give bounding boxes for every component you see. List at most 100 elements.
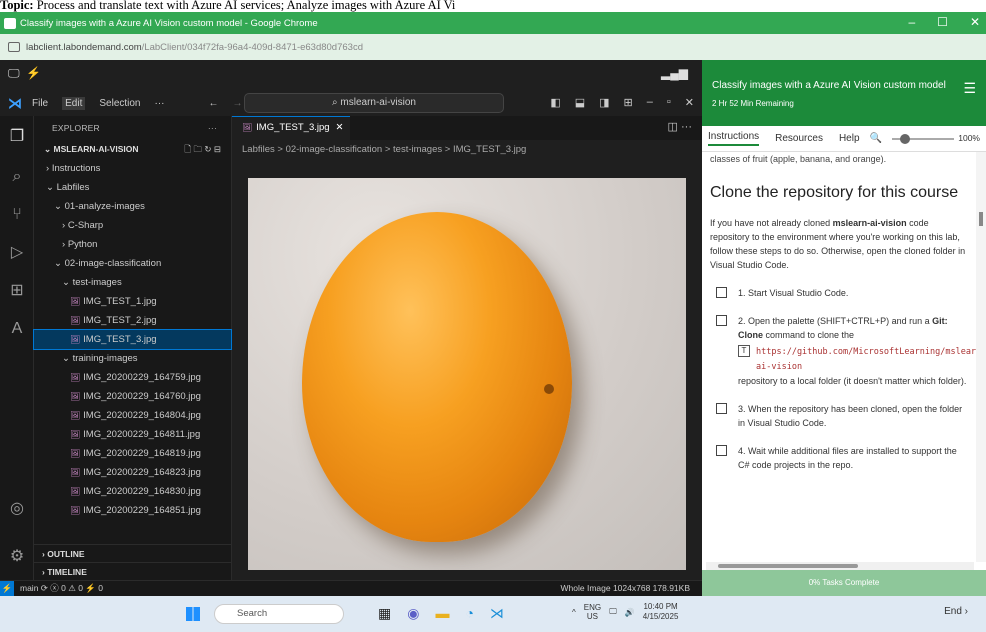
task-view-icon[interactable]: ▦ xyxy=(378,605,391,622)
file-item[interactable]: 🖼 IMG_20200229_164851.jpg xyxy=(34,501,231,520)
chat-icon[interactable]: ◉ xyxy=(407,605,419,622)
step-1: 1. Start Visual Studio Code. xyxy=(710,286,968,300)
status-left[interactable]: main ⟳ ⓧ 0 ⚠ 0 ⚡ 0 xyxy=(20,581,103,596)
minimize-button[interactable]: – xyxy=(908,15,915,29)
root-folder[interactable]: ⌄ MSLEARN-AI-VISION 🗋 🗀 ↻ ⊟ xyxy=(34,140,231,159)
settings-gear-icon[interactable]: ⚙ xyxy=(6,546,28,568)
editor-actions[interactable]: ◫ ··· xyxy=(668,120,692,133)
back-arrow-icon[interactable]: ← xyxy=(209,98,219,109)
close-tab-icon[interactable]: ✕ xyxy=(336,122,344,133)
menu-more[interactable]: ··· xyxy=(155,98,165,109)
folder-item[interactable]: ⌄ Labfiles xyxy=(34,178,231,197)
site-info-icon[interactable] xyxy=(8,42,20,52)
customize-layout-icon[interactable]: ⊞ xyxy=(624,96,633,109)
folder-item[interactable]: › Python xyxy=(34,235,231,254)
tab-resources[interactable]: Resources xyxy=(775,133,823,144)
url-path: /LabClient/034f72fa-96a4-409d-8471-e63d8… xyxy=(141,41,363,53)
type-text-icon[interactable]: T xyxy=(738,345,750,357)
file-item[interactable]: 🖼 IMG_20200229_164819.jpg xyxy=(34,444,231,463)
menu-edit[interactable]: Edit xyxy=(62,96,86,110)
run-debug-icon[interactable]: ▷ xyxy=(6,242,28,264)
file-item[interactable]: 🖼 IMG_TEST_2.jpg xyxy=(34,311,231,330)
page-favicon-icon xyxy=(4,17,16,29)
horizontal-scrollbar-thumb[interactable] xyxy=(718,564,858,568)
file-item[interactable]: 🖼 IMG_20200229_164811.jpg xyxy=(34,425,231,444)
windows-taskbar: Search ▦ ◉ ▬ ◔ ⋊ ^ ENG US 🖵 🔊 10:40 PM 4/1… xyxy=(0,596,986,632)
vscode-minimize-button[interactable]: – xyxy=(647,96,653,109)
folder-item[interactable]: ⌄ 01-analyze-images xyxy=(34,197,231,216)
file-item[interactable]: 🖼 IMG_TEST_3.jpg xyxy=(33,329,232,350)
vscode-close-button[interactable]: ✕ xyxy=(685,96,694,109)
file-item[interactable]: 🖼 IMG_20200229_164760.jpg xyxy=(34,387,231,406)
step-2-checkbox[interactable] xyxy=(716,315,727,326)
explorer-icon[interactable]: ❐ xyxy=(6,126,28,148)
file-explorer-icon[interactable]: ▬ xyxy=(435,605,449,622)
edge-icon[interactable]: ◔ xyxy=(465,605,473,622)
search-icon[interactable]: ⌕ xyxy=(6,166,28,188)
language-indicator[interactable]: ENG US xyxy=(584,603,601,621)
file-item[interactable]: 🖼 IMG_20200229_164830.jpg xyxy=(34,482,231,501)
folder-item[interactable]: ⌄ 02-image-classification xyxy=(34,254,231,273)
vertical-scrollbar-thumb[interactable] xyxy=(979,212,983,226)
image-file-icon: 🖼 xyxy=(70,297,81,306)
zoom-slider-knob[interactable] xyxy=(900,134,910,144)
source-control-icon[interactable]: ⑂ xyxy=(6,204,28,226)
monitor-icon[interactable]: 🖵 xyxy=(8,66,20,81)
tray-overflow-icon[interactable]: ^ xyxy=(572,608,576,617)
zoom-search-icon[interactable]: 🔍 xyxy=(870,133,882,144)
network-icon[interactable]: 🖵 xyxy=(609,607,617,617)
maximize-button[interactable]: ☐ xyxy=(937,15,948,29)
command-center-search[interactable]: ⌕ mslearn-ai-vision xyxy=(244,93,504,113)
editor-tab[interactable]: 🖼 IMG_TEST_3.jpg ✕ xyxy=(232,116,350,140)
horizontal-scrollbar[interactable] xyxy=(706,562,974,570)
outline-section[interactable]: › OUTLINE xyxy=(34,544,232,562)
timeline-section[interactable]: › TIMELINE xyxy=(34,562,232,580)
folder-item[interactable]: › C-Sharp xyxy=(34,216,231,235)
taskbar-search[interactable]: Search xyxy=(214,604,344,624)
toggle-secondary-sidebar-icon[interactable]: ◨ xyxy=(599,96,609,109)
volume-icon[interactable]: 🔊 xyxy=(625,608,635,617)
tree-item-label: IMG_20200229_164819.jpg xyxy=(83,448,201,459)
folder-item[interactable]: ⌄ training-images xyxy=(34,349,231,368)
status-bar: ⚡ main ⟳ ⓧ 0 ⚠ 0 ⚡ 0 Whole Image 1024x76… xyxy=(0,580,702,597)
image-file-icon: 🖼 xyxy=(70,506,81,515)
step-4-checkbox[interactable] xyxy=(716,445,727,456)
tab-instructions[interactable]: Instructions xyxy=(708,131,760,146)
clock[interactable]: 10:40 PM 4/15/2025 xyxy=(643,602,679,622)
forward-arrow-icon[interactable]: → xyxy=(233,98,243,109)
extensions-icon[interactable]: ⊞ xyxy=(6,280,28,302)
step-3-checkbox[interactable] xyxy=(716,403,727,414)
menu-selection[interactable]: Selection xyxy=(99,98,140,109)
file-item[interactable]: 🖼 IMG_20200229_164759.jpg xyxy=(34,368,231,387)
zoom-slider[interactable] xyxy=(892,134,954,144)
hamburger-menu-icon[interactable]: ☰ xyxy=(963,80,976,97)
explorer-toolbar[interactable]: 🗋 🗀 ↻ ⊟ xyxy=(184,140,221,159)
folder-item[interactable]: ⌄ test-images xyxy=(34,273,231,292)
vscode-restore-button[interactable]: ▫ xyxy=(667,96,671,109)
file-item[interactable]: 🖼 IMG_20200229_164804.jpg xyxy=(34,406,231,425)
accounts-icon[interactable]: ◎ xyxy=(6,498,28,520)
end-lab-button[interactable]: End › xyxy=(944,606,968,617)
azure-icon[interactable]: A xyxy=(6,318,28,340)
menu-file[interactable]: File xyxy=(32,98,48,109)
toggle-panel-icon[interactable]: ⬓ xyxy=(575,96,585,109)
file-item[interactable]: 🖼 IMG_20200229_164823.jpg xyxy=(34,463,231,482)
windows-start-icon[interactable] xyxy=(186,607,200,621)
lightning-icon[interactable]: ⚡ xyxy=(26,66,41,80)
breadcrumb[interactable]: Labfiles > 02-image-classification > tes… xyxy=(242,144,526,155)
tab-help[interactable]: Help xyxy=(839,133,860,144)
address-bar[interactable]: labclient.labondemand.com/LabClient/034f… xyxy=(0,34,986,60)
file-item[interactable]: 🖼 IMG_TEST_1.jpg xyxy=(34,292,231,311)
step-1-checkbox[interactable] xyxy=(716,287,727,298)
remote-indicator-icon[interactable]: ⚡ xyxy=(0,581,14,597)
close-button[interactable]: ✕ xyxy=(970,15,980,29)
vertical-scrollbar[interactable] xyxy=(976,152,986,562)
folder-item[interactable]: › Instructions xyxy=(34,159,231,178)
image-preview xyxy=(248,178,686,570)
explorer-header: EXPLORER ··· xyxy=(34,116,231,140)
repo-url[interactable]: https://github.com/MicrosoftLearning/msl… xyxy=(756,347,976,372)
toggle-sidebar-icon[interactable]: ◧ xyxy=(550,96,560,109)
vscode-taskbar-icon[interactable]: ⋊ xyxy=(490,605,504,622)
cut-off-text: classes of fruit (apple, banana, and ora… xyxy=(710,154,887,164)
explorer-more-icon[interactable]: ··· xyxy=(208,116,217,140)
